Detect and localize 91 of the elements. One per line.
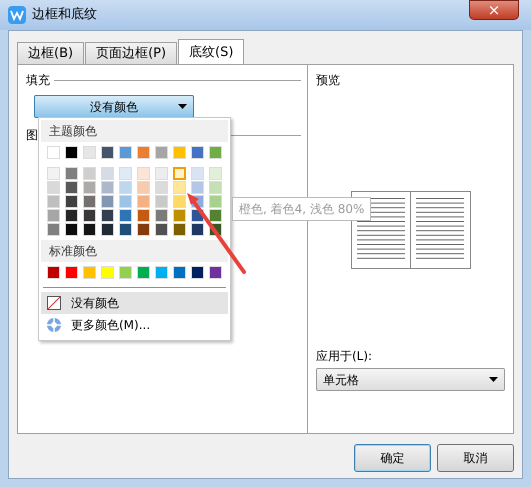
color-swatch[interactable] [47,181,60,194]
color-swatch[interactable] [47,223,60,236]
menu-item[interactable]: 更多颜色(M)... [41,314,228,336]
color-swatch[interactable] [191,146,204,159]
color-swatch[interactable] [155,209,168,222]
color-swatch[interactable] [173,223,186,236]
color-swatch[interactable] [209,195,222,208]
no-color-icon [47,296,61,310]
color-swatch[interactable] [173,146,186,159]
color-swatch[interactable] [83,181,96,194]
section-label: 预览 [316,72,341,89]
color-swatch[interactable] [101,146,114,159]
section-label: 图 [26,127,38,144]
color-swatch[interactable] [191,181,204,194]
color-swatch[interactable] [119,223,132,236]
color-swatch[interactable] [209,146,222,159]
color-swatch[interactable] [65,181,78,194]
caret-icon [178,104,187,109]
color-swatch[interactable] [137,181,150,194]
menu-item[interactable]: 没有颜色 [41,292,228,314]
window-title: 边框和底纹 [32,6,97,24]
color-swatch[interactable] [101,209,114,222]
color-swatch[interactable] [191,266,204,279]
color-swatch[interactable] [65,209,78,222]
color-swatch[interactable] [65,223,78,236]
color-swatch[interactable] [209,167,222,180]
text-lines-drawing [416,198,464,262]
close-button[interactable]: × [469,0,519,20]
color-swatch[interactable] [191,223,204,236]
menu-heading: 主题颜色 [41,120,228,142]
color-swatch[interactable] [101,181,114,194]
color-swatch[interactable] [83,146,96,159]
color-swatch[interactable] [173,195,186,208]
color-swatch[interactable] [155,146,168,159]
color-swatch[interactable] [83,167,96,180]
color-swatch[interactable] [47,195,60,208]
color-swatch[interactable] [191,167,204,180]
dialog-button[interactable]: 确定 [354,444,431,472]
field-label: 应用于(L): [316,348,374,365]
color-swatch[interactable] [101,223,114,236]
color-swatch[interactable] [119,146,132,159]
tooltip: 橙色, 着色4, 浅色 80% [232,197,372,221]
color-swatch[interactable] [137,223,150,236]
color-swatch[interactable] [119,195,132,208]
color-swatch[interactable] [119,181,132,194]
color-swatch[interactable] [47,266,60,279]
dialog-button[interactable]: 取消 [437,444,514,472]
color-swatch[interactable] [83,195,96,208]
color-swatch[interactable] [173,167,186,180]
color-swatch[interactable] [65,167,78,180]
color-swatch[interactable] [173,181,186,194]
caret-icon [489,377,498,382]
color-swatch[interactable] [47,209,60,222]
color-swatch[interactable] [155,181,168,194]
tab[interactable]: 底纹(S) [178,39,244,65]
apply-to-dropdown[interactable]: 单元格 [316,368,505,391]
menu-heading: 标准颜色 [41,240,228,262]
color-swatch[interactable] [137,195,150,208]
color-swatch[interactable] [101,167,114,180]
tab[interactable]: 边框(B) [17,42,84,64]
color-swatch[interactable] [155,195,168,208]
color-swatch[interactable] [119,209,132,222]
color-swatch[interactable] [137,209,150,222]
color-swatch[interactable] [65,195,78,208]
section-label: 填充 [26,72,50,89]
color-swatch[interactable] [47,146,60,159]
color-swatch[interactable] [137,167,150,180]
color-swatch[interactable] [155,223,168,236]
color-swatch[interactable] [173,209,186,222]
color-swatch[interactable] [65,146,78,159]
color-swatch[interactable] [119,266,132,279]
color-swatch[interactable] [119,167,132,180]
color-swatch[interactable] [209,209,222,222]
color-swatch[interactable] [137,146,150,159]
color-swatch[interactable] [101,266,114,279]
color-swatch[interactable] [65,266,78,279]
color-swatch[interactable] [173,266,186,279]
color-swatch[interactable] [209,266,222,279]
color-swatch[interactable] [155,167,168,180]
color-swatch[interactable] [101,195,114,208]
palette-icon [47,318,61,332]
color-swatch[interactable] [209,181,222,194]
color-swatch[interactable] [83,209,96,222]
app-logo-icon [8,6,26,24]
color-swatch[interactable] [155,266,168,279]
color-swatch[interactable] [137,266,150,279]
color-swatch[interactable] [83,223,96,236]
color-swatch[interactable] [47,167,60,180]
color-swatch[interactable] [83,266,96,279]
tab[interactable]: 页面边框(P) [85,42,178,64]
fill-color-dropdown[interactable]: 没有颜色 [34,95,194,118]
